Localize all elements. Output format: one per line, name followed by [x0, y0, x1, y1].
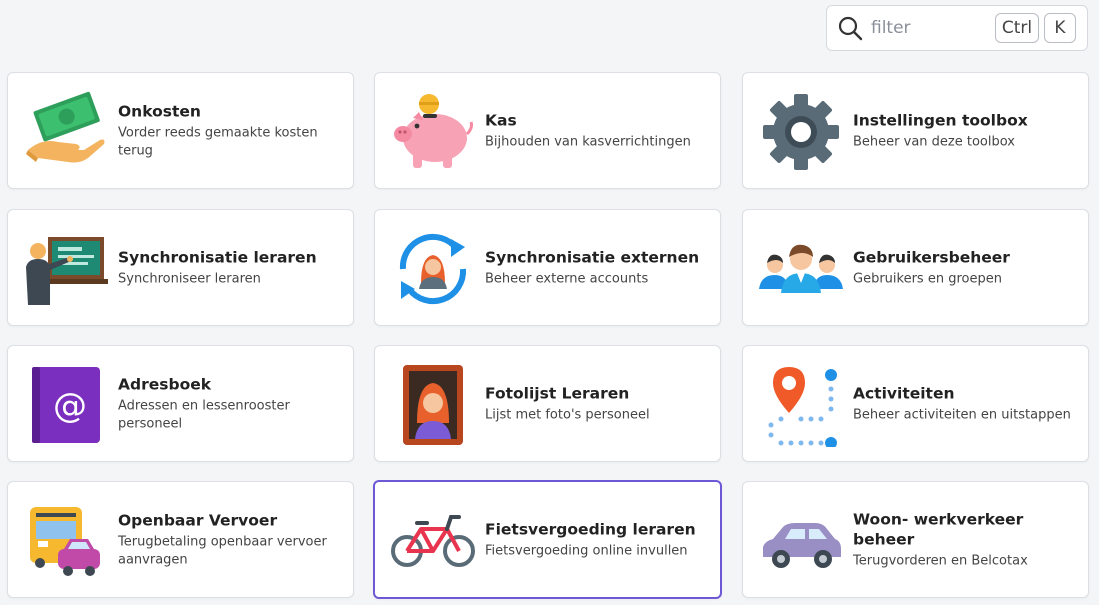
tile-description: Synchroniseer leraren — [118, 271, 261, 286]
teacher-board-icon — [24, 227, 108, 311]
tile-title: Onkosten — [118, 102, 201, 120]
tile-title: Openbaar Vervoer — [118, 511, 278, 529]
tile-synchronisatie-externen[interactable]: Synchronisatie externen Beheer externe a… — [374, 209, 721, 326]
route-pin-icon — [759, 363, 843, 447]
piggy-bank-icon — [391, 90, 475, 174]
car-icon — [759, 499, 843, 583]
tile-description: Fietsvergoeding online invullen — [485, 543, 688, 558]
tile-openbaar-vervoer[interactable]: Openbaar Vervoer Terugbetaling openbaar … — [7, 481, 354, 598]
tile-kas[interactable]: Kas Bijhouden van kasverrichtingen — [374, 72, 721, 189]
tile-adresboek[interactable]: @ Adresboek Adressen en lessenrooster pe… — [7, 345, 354, 462]
tile-description: Adressen en lessenrooster personeel — [118, 398, 290, 431]
search-box[interactable]: Ctrl K — [826, 5, 1088, 51]
tile-title: Synchronisatie externen — [485, 248, 700, 266]
search-input[interactable] — [871, 18, 995, 38]
shortcut-ctrl-key: Ctrl — [995, 13, 1039, 43]
search-icon — [838, 16, 863, 41]
tile-synchronisatie-leraren[interactable]: Synchronisatie leraren Synchroniseer ler… — [7, 209, 354, 326]
users-group-icon — [759, 227, 843, 311]
tile-activiteiten[interactable]: Activiteiten Beheer activiteiten en uits… — [742, 345, 1089, 462]
address-book-icon: @ — [24, 363, 108, 447]
tile-title: Woon- werkverkeer beheer — [853, 510, 1024, 548]
money-hand-icon — [24, 90, 108, 174]
tile-description: Terugbetaling openbaar vervoer aanvragen — [118, 534, 327, 567]
bicycle-icon — [391, 499, 475, 583]
tile-title: Activiteiten — [853, 384, 955, 402]
tile-title: Gebruikersbeheer — [853, 248, 1010, 266]
tile-description: Beheer externe accounts — [485, 271, 649, 286]
photo-frame-icon — [391, 363, 475, 447]
svg-text:@: @ — [53, 386, 87, 426]
tile-fotolijst-leraren[interactable]: Fotolijst Leraren Lijst met foto's perso… — [374, 345, 721, 462]
sync-person-icon — [391, 227, 475, 311]
tile-title: Adresboek — [118, 375, 212, 393]
tile-title: Fotolijst Leraren — [485, 384, 630, 402]
gear-icon — [759, 90, 843, 174]
tile-title: Kas — [485, 111, 517, 129]
tile-woon-werkverkeer-beheer[interactable]: Woon- werkverkeer beheer Terugvorderen e… — [742, 481, 1089, 598]
bus-car-icon — [24, 499, 108, 583]
tile-instellingen-toolbox[interactable]: Instellingen toolbox Beheer van deze too… — [742, 72, 1089, 189]
tile-fietsvergoeding-leraren[interactable]: Fietsvergoeding leraren Fietsvergoeding … — [373, 480, 722, 599]
tile-onkosten[interactable]: Onkosten Vorder reeds gemaakte kosten te… — [7, 72, 354, 189]
tile-description: Beheer activiteiten en uitstappen — [853, 407, 1071, 422]
tile-description: Beheer van deze toolbox — [853, 134, 1015, 149]
tile-description: Bijhouden van kasverrichtingen — [485, 134, 691, 149]
shortcut-k-key: K — [1044, 13, 1076, 43]
tile-description: Vorder reeds gemaakte kosten terug — [118, 125, 318, 158]
tile-title: Synchronisatie leraren — [118, 248, 317, 266]
tile-description: Terugvorderen en Belcotax — [853, 553, 1028, 568]
tile-title: Instellingen toolbox — [853, 111, 1028, 129]
tile-description: Gebruikers en groepen — [853, 271, 1002, 286]
tile-description: Lijst met foto's personeel — [485, 407, 650, 422]
tile-title: Fietsvergoeding leraren — [485, 520, 696, 538]
tile-gebruikersbeheer[interactable]: Gebruikersbeheer Gebruikers en groepen — [742, 209, 1089, 326]
